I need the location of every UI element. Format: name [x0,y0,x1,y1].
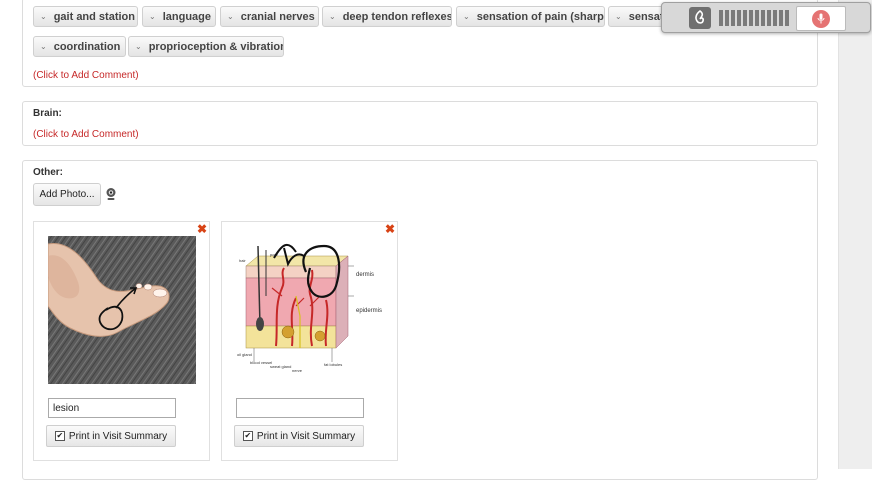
diagram-label-oil-gland: oil gland [237,352,252,357]
pill-label: language [162,10,211,23]
pill-label: proprioception & vibration [148,40,284,53]
pill-sensation-of-pain[interactable]: ⌄ sensation of pain (sharp) [456,6,605,27]
pill-gait-and-station[interactable]: ⌄ gait and station [33,6,138,27]
pill-coordination[interactable]: ⌄ coordination [33,36,126,57]
print-in-visit-summary-button[interactable]: ✔ Print in Visit Summary [234,425,364,447]
pill-label: gait and station [53,10,135,23]
photo-card: ✖ [221,221,398,461]
diagram-label-hair: hair [239,258,246,263]
close-icon[interactable]: ✖ [384,223,396,235]
print-label: Print in Visit Summary [256,430,356,442]
pill-label: sensation of pain (sharp) [476,10,605,23]
dictation-toolbar [661,2,871,33]
other-section: Other: Add Photo... ✖ lesion ✔ Print in … [22,160,818,480]
close-icon[interactable]: ✖ [196,223,208,235]
brain-add-comment-link[interactable]: (Click to Add Comment) [33,129,139,140]
diagram-label-epidermis: epidermis [356,308,382,314]
microphone-icon [812,9,830,28]
other-heading: Other: [33,167,63,178]
volume-meter [719,10,789,26]
photo-caption-input[interactable] [48,398,176,418]
photo-caption-input[interactable] [236,398,364,418]
pill-label: deep tendon reflexes [342,10,452,23]
diagram-label-nerve: nerve [292,368,303,373]
print-label: Print in Visit Summary [68,430,168,442]
add-comment-link[interactable]: (Click to Add Comment) [33,70,139,81]
chevron-down-icon: ⌄ [329,12,336,21]
print-checkbox[interactable]: ✔ [54,431,65,441]
foot-lesion-photo [48,236,196,384]
chevron-down-icon: ⌄ [135,42,142,51]
microphone-button[interactable] [796,6,846,31]
webcam-icon[interactable] [105,187,117,201]
brain-heading: Brain: [33,108,62,119]
pill-label: cranial nerves [240,10,315,23]
print-in-visit-summary-button[interactable]: ✔ Print in Visit Summary [46,425,176,447]
print-checkbox[interactable]: ✔ [242,431,253,441]
add-photo-button[interactable]: Add Photo... [33,183,101,206]
chevron-down-icon: ⌄ [40,12,47,21]
skin-diagram-photo: hair pore dermis epidermis oil gland blo… [236,236,384,384]
photo-card: ✖ [33,221,210,461]
pill-language[interactable]: ⌄ language [142,6,216,27]
pill-deep-tendon-reflexes[interactable]: ⌄ deep tendon reflexes [322,6,452,27]
page-scrollbar-track[interactable] [838,0,872,469]
pill-proprioception-vibration[interactable]: ⌄ proprioception & vibration [128,36,284,57]
diagram-label-sweat-gland: sweat gland [270,364,291,369]
chevron-down-icon: ⌄ [227,12,234,21]
chevron-down-icon: ⌄ [149,12,156,21]
pill-label: coordination [53,40,121,53]
chevron-down-icon: ⌄ [463,12,470,21]
diagram-label-fat-lobules: fat lobules [324,362,342,367]
chevron-down-icon: ⌄ [615,12,622,21]
dragon-logo-icon[interactable] [689,7,711,29]
pill-cranial-nerves[interactable]: ⌄ cranial nerves [220,6,319,27]
diagram-label-dermis: dermis [356,272,374,278]
brain-section: Brain: (Click to Add Comment) [22,101,818,146]
diagram-label-blood-vessel: blood vessel [250,360,272,365]
chevron-down-icon: ⌄ [40,42,47,51]
